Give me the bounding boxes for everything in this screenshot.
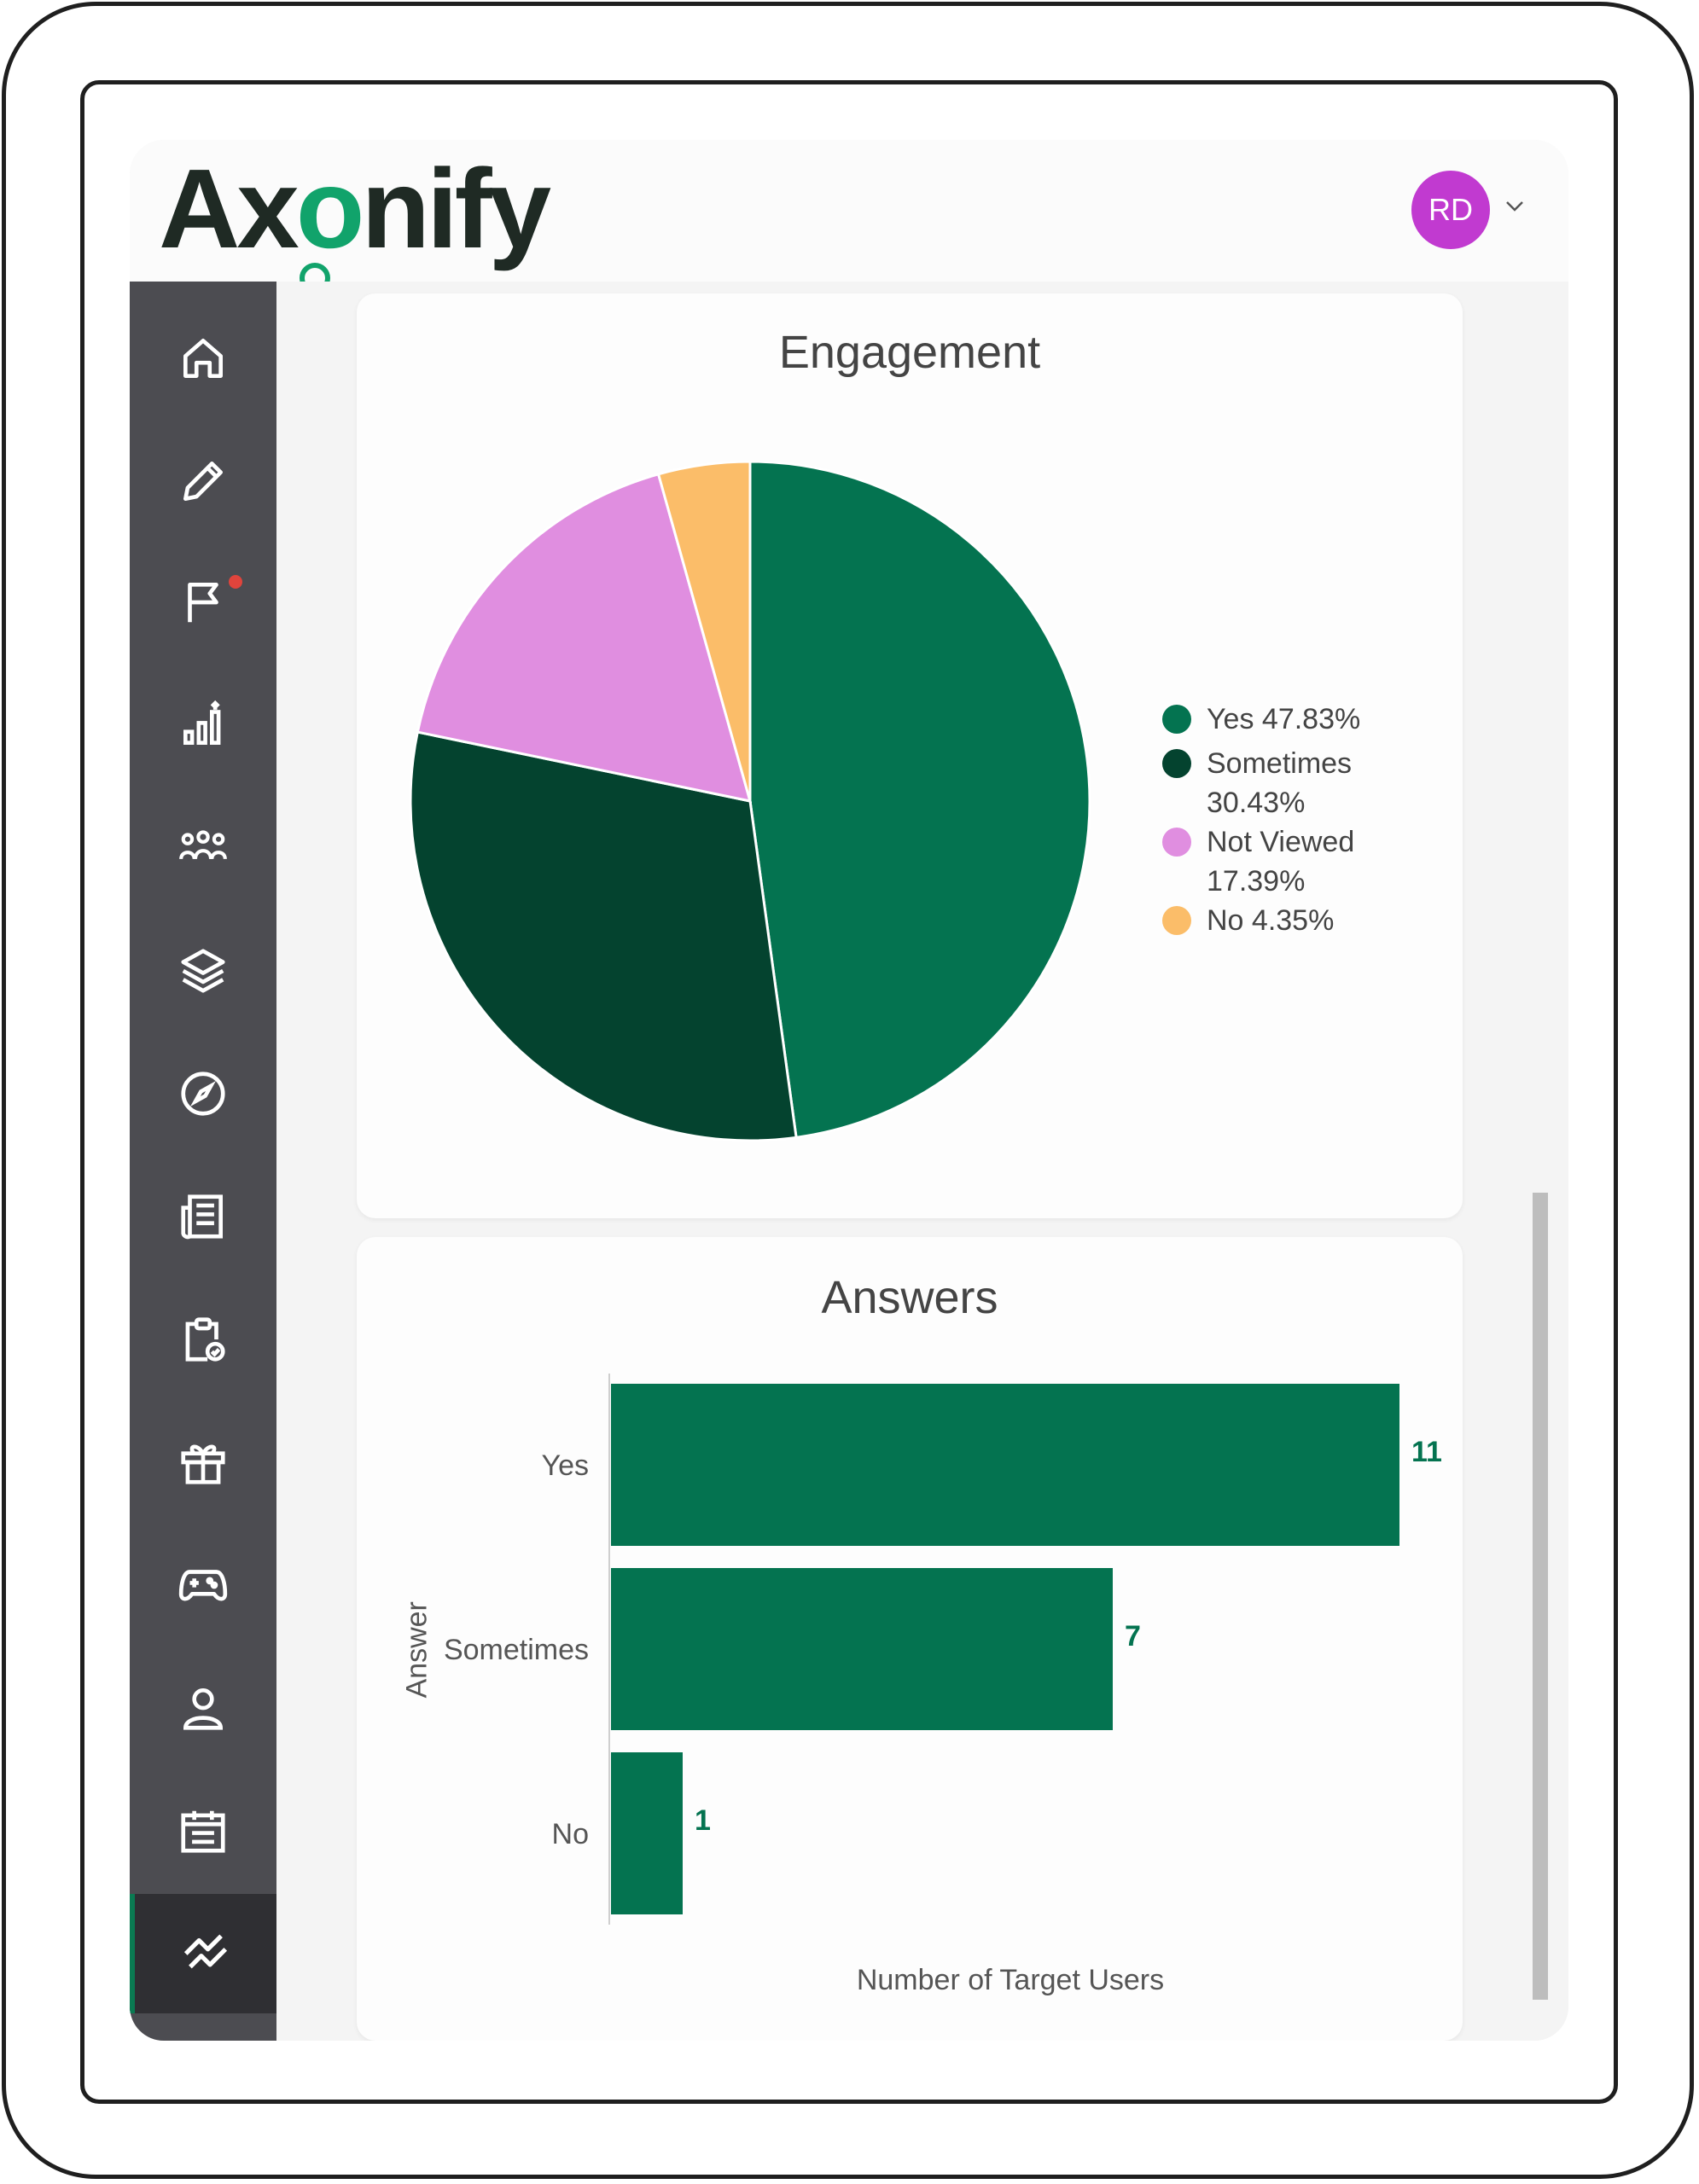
home-icon [183,339,223,378]
top-bar: Axonify RD [130,140,1568,282]
sidebar-item-reports[interactable] [130,665,276,785]
gift-icon [181,1444,225,1484]
bar-value-yes: 11 [1411,1436,1442,1468]
sidebar-item-flag[interactable] [130,543,276,662]
sidebar-item-analytics[interactable] [130,1894,276,2013]
bar-label-sometimes: Sometimes [444,1634,589,1666]
bar-sometimes[interactable] [611,1568,1113,1730]
bar-value-sometimes: 7 [1125,1620,1141,1653]
layers-icon [181,949,225,993]
legend-label-not-viewed: Not Viewed [1207,826,1355,858]
flag-icon [188,583,218,623]
bar-value-no: 1 [695,1804,711,1837]
sidebar-item-explore[interactable] [130,1034,276,1153]
app-window: Axonify RD Engagement Yes 47.83% Sometim… [130,140,1568,2041]
sidebar-item-team[interactable] [130,788,276,908]
scrollbar-thumb[interactable] [1533,1193,1548,2000]
legend-label-yes: Yes 47.83% [1207,703,1361,735]
bar-label-no: No [552,1818,589,1850]
legend-label-no: No 4.35% [1207,904,1335,937]
sidebar-item-games[interactable] [130,1525,276,1645]
team-icon [179,830,227,860]
legend-value-not-viewed: 17.39% [1207,865,1306,897]
engagement-title: Engagement [778,327,1041,378]
chevron-down-icon[interactable] [1502,193,1527,218]
bar-no[interactable] [611,1752,683,1914]
axonify-logo[interactable]: Axonify [159,145,551,273]
compass-icon [181,1072,225,1116]
analytics-icon [183,1934,228,1969]
engagement-pie-chart [409,460,1091,1142]
answers-card: Answers Yes 11 Sometimes 7 No 1 Answer Number… [357,1237,1463,2041]
pencil-icon [183,462,223,501]
legend-label-sometimes: Sometimes [1207,747,1353,780]
sidebar-nav [130,282,276,2041]
clipboard-check-icon [185,1317,225,1362]
sidebar-item-profile[interactable] [130,1648,276,1768]
legend-dot-yes [1162,705,1191,734]
news-icon [181,1194,223,1240]
gamepad-icon [178,1570,228,1601]
user-avatar[interactable]: RD [1411,171,1490,249]
legend-dot-not-viewed [1162,828,1191,857]
sidebar-item-rewards[interactable] [130,1403,276,1522]
sidebar-item-tasks[interactable] [130,1280,276,1399]
main-content: Engagement Yes 47.83% Sometimes 30.43% N… [276,282,1568,2041]
legend-dot-no [1162,906,1191,935]
answers-y-axis-label: Answer [400,1601,433,1699]
engagement-card: Engagement Yes 47.83% Sometimes 30.43% N… [357,293,1463,1218]
legend-value-sometimes: 30.43% [1207,787,1306,819]
answers-bar-chart: Yes 11 Sometimes 7 No 1 [444,1374,1442,1925]
notification-dot [229,575,242,589]
bar-chart-icon [183,700,221,745]
sidebar-item-news[interactable] [130,1157,276,1276]
calendar-icon [181,1810,225,1853]
sidebar-item-calendar[interactable] [130,1771,276,1891]
user-icon [183,1688,223,1730]
bar-label-yes: Yes [542,1449,589,1482]
answers-x-axis-label: Number of Target Users [856,1964,1165,1996]
pie-slice-yes[interactable] [748,460,1091,1139]
sidebar-item-edit[interactable] [130,421,276,541]
legend-dot-sometimes [1162,749,1191,778]
sidebar-item-home[interactable] [130,299,276,418]
sidebar-item-layers[interactable] [130,911,276,1031]
bar-yes[interactable] [611,1384,1399,1546]
